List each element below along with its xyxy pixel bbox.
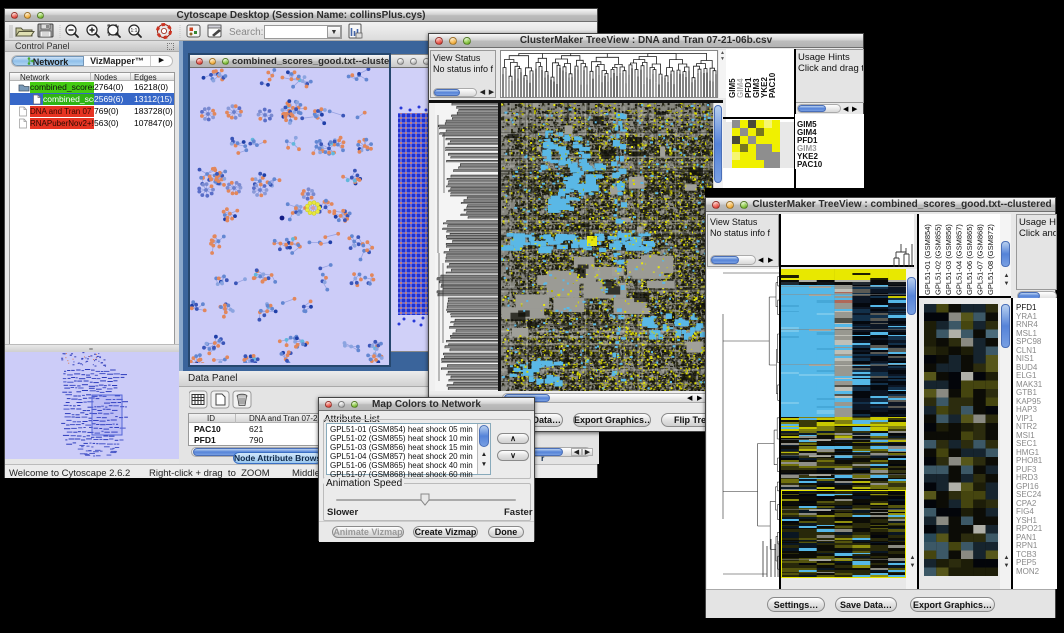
svg-text:GPL51-03 (GSM856): GPL51-03 (GSM856)	[944, 224, 953, 295]
svg-text:GPL51-02 (GSM855): GPL51-02 (GSM855)	[934, 224, 943, 295]
svg-text:Search:: Search:	[229, 27, 263, 38]
svg-text:GPL51-04 (GSM857): GPL51-04 (GSM857)	[955, 224, 964, 295]
svg-text:GPL51-07 (GSM868): GPL51-07 (GSM868)	[976, 224, 985, 295]
svg-text:GPL51-01 (GSM854): GPL51-01 (GSM854)	[923, 224, 932, 295]
svg-text:GPL51-08 (GSM872): GPL51-08 (GSM872)	[986, 224, 995, 295]
svg-text:GPL51-06 (GSM865): GPL51-06 (GSM865)	[965, 224, 974, 295]
svg-text:PAC10: PAC10	[768, 72, 777, 98]
svg-text:1:1: 1:1	[131, 28, 138, 34]
